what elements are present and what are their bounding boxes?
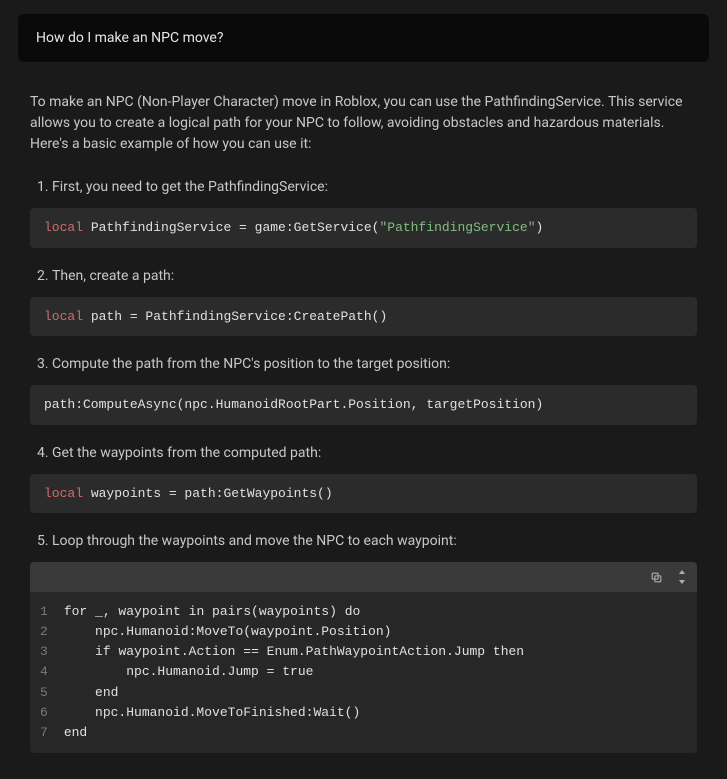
code-block-header xyxy=(30,562,697,592)
line-number: 4 xyxy=(40,662,48,682)
code-text: path:ComputeAsync(npc.HumanoidRootPart.P… xyxy=(44,397,543,412)
code-keyword: end xyxy=(95,685,118,700)
code-keyword: in xyxy=(189,604,205,619)
step-1: First, you need to get the PathfindingSe… xyxy=(52,177,697,248)
code-block-5: 1 2 3 4 5 6 7 for _, waypoint in pairs(w… xyxy=(30,562,697,753)
line-number: 2 xyxy=(40,622,48,642)
code-block-1: local PathfindingService = game:GetServi… xyxy=(30,208,697,248)
code-text xyxy=(64,685,95,700)
code-string: "PathfindingService" xyxy=(379,220,535,235)
step-1-text: First, you need to get the PathfindingSe… xyxy=(52,179,328,195)
code-text: PathfindingService = game:GetService( xyxy=(83,220,379,235)
code-keyword: end xyxy=(64,725,87,740)
answer-body: To make an NPC (Non-Player Character) mo… xyxy=(0,62,727,779)
code-keyword: do xyxy=(345,604,361,619)
step-4-text: Get the waypoints from the computed path… xyxy=(52,445,321,461)
step-3: Compute the path from the NPC's position… xyxy=(52,354,697,425)
code-text: npc.Humanoid.Jump = xyxy=(64,664,282,679)
code-lines: for _, waypoint in pairs(waypoints) do n… xyxy=(64,602,524,743)
line-number: 3 xyxy=(40,642,48,662)
step-5-text: Loop through the waypoints and move the … xyxy=(52,533,457,549)
code-text: npc.Humanoid.MoveToFinished:Wait() xyxy=(64,703,524,723)
code-boolean: true xyxy=(282,664,313,679)
line-number: 7 xyxy=(40,723,48,743)
code-keyword: local xyxy=(44,220,83,235)
code-text xyxy=(64,644,95,659)
code-gutter: 1 2 3 4 5 6 7 xyxy=(30,602,64,743)
code-text: waypoint.Action == Enum.PathWaypointActi… xyxy=(111,644,493,659)
code-text: _, waypoint xyxy=(87,604,188,619)
code-keyword: local xyxy=(44,309,83,324)
code-keyword: for xyxy=(64,604,87,619)
answer-intro: To make an NPC (Non-Player Character) mo… xyxy=(30,92,697,155)
code-text: path = PathfindingService:CreatePath() xyxy=(83,309,387,324)
question-text: How do I make an NPC move? xyxy=(36,30,223,46)
code-keyword: local xyxy=(44,486,83,501)
step-4: Get the waypoints from the computed path… xyxy=(52,443,697,514)
question-bar: How do I make an NPC move? xyxy=(18,14,709,62)
code-text: waypoints = path:GetWaypoints() xyxy=(83,486,333,501)
line-number: 1 xyxy=(40,602,48,622)
expand-icon[interactable] xyxy=(677,570,687,584)
steps-list: First, you need to get the PathfindingSe… xyxy=(30,177,697,753)
code-block-4: local waypoints = path:GetWaypoints() xyxy=(30,474,697,514)
step-2-text: Then, create a path: xyxy=(52,268,174,284)
step-3-text: Compute the path from the NPC's position… xyxy=(52,356,450,372)
step-2: Then, create a path: local path = Pathfi… xyxy=(52,266,697,337)
code-text: pairs(waypoints) xyxy=(204,604,344,619)
code-block-3: path:ComputeAsync(npc.HumanoidRootPart.P… xyxy=(30,385,697,425)
code-keyword: then xyxy=(493,644,524,659)
code-keyword: if xyxy=(95,644,111,659)
code-block-2: local path = PathfindingService:CreatePa… xyxy=(30,297,697,337)
line-number: 5 xyxy=(40,683,48,703)
code-text: npc.Humanoid:MoveTo(waypoint.Position) xyxy=(64,622,524,642)
step-5: Loop through the waypoints and move the … xyxy=(52,531,697,753)
line-number: 6 xyxy=(40,703,48,723)
code-text: ) xyxy=(536,220,544,235)
copy-icon[interactable] xyxy=(650,571,663,584)
code-block-body: 1 2 3 4 5 6 7 for _, waypoint in pairs(w… xyxy=(30,592,697,753)
